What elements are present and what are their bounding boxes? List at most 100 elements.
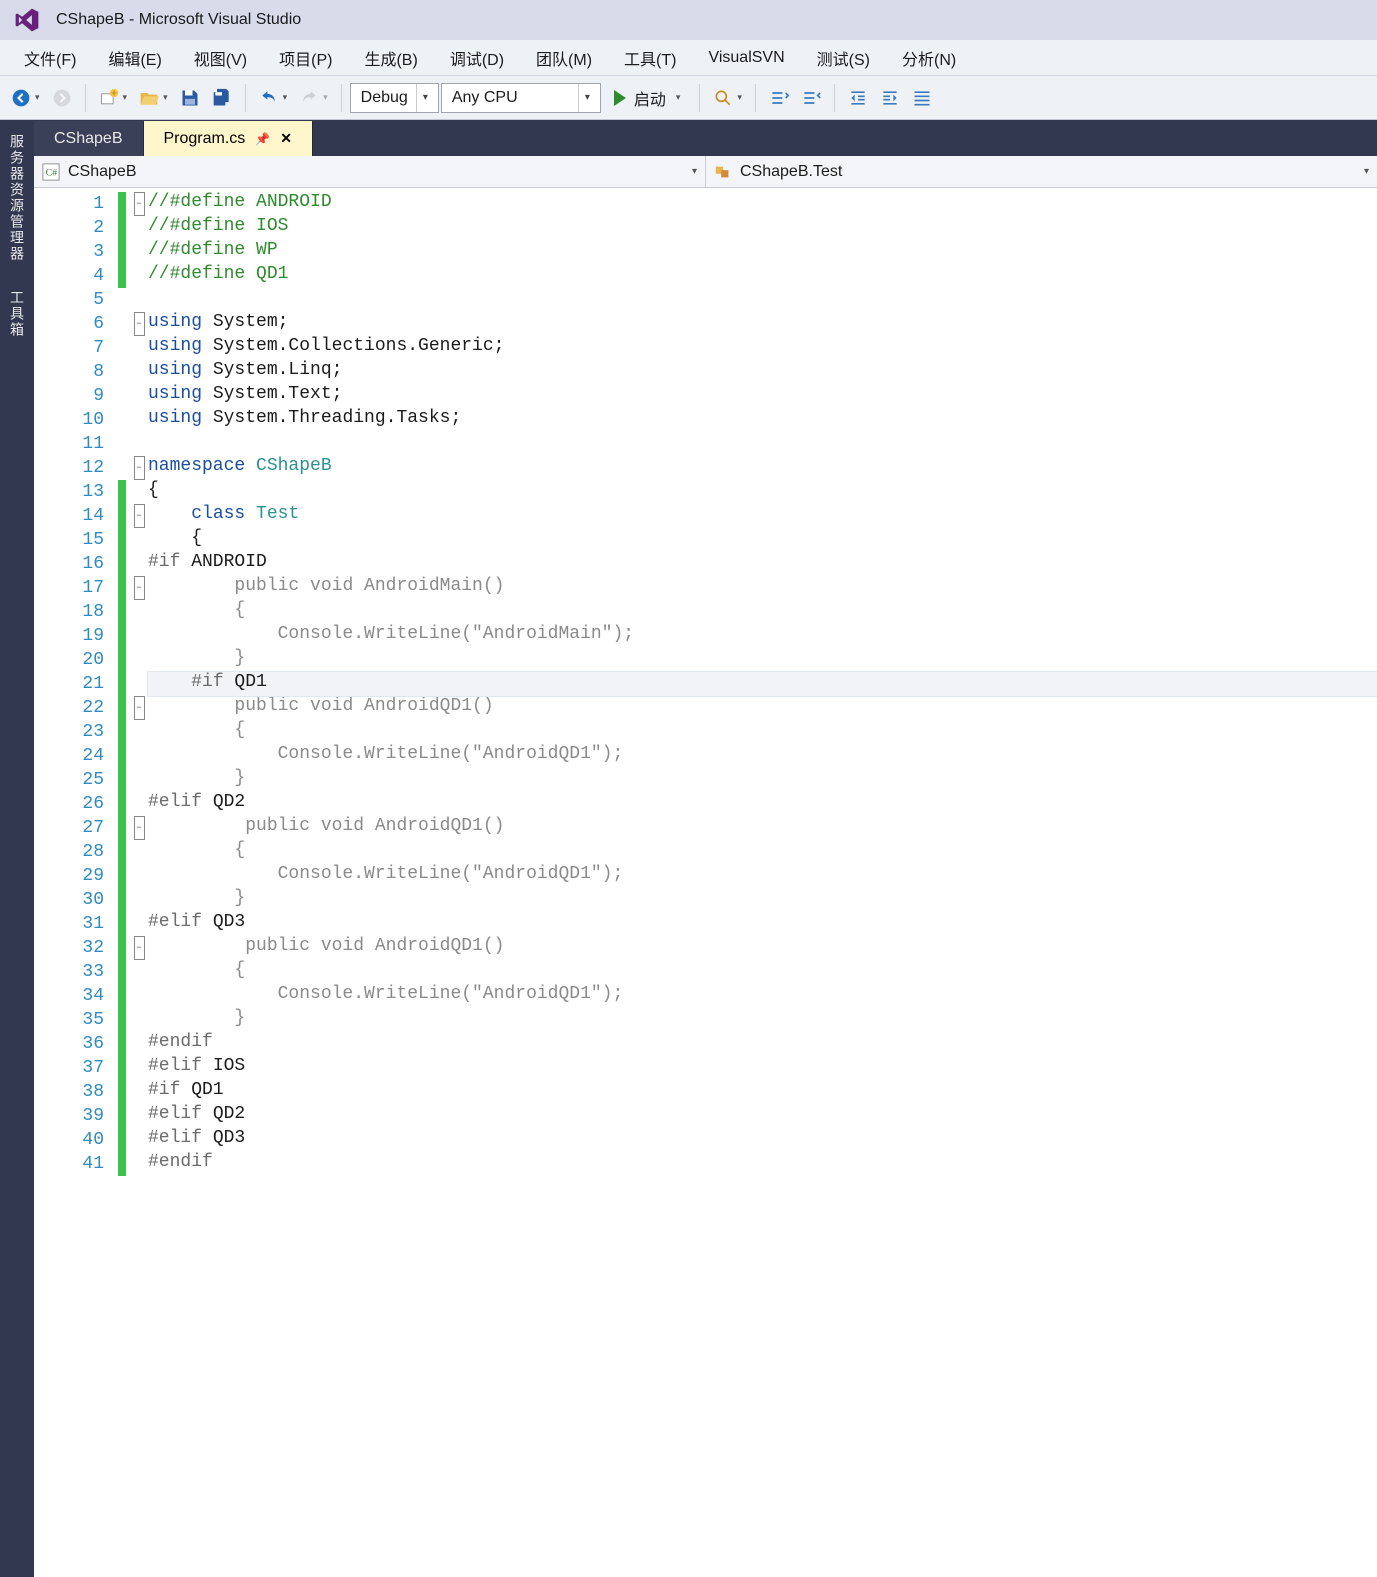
code-line[interactable]: #endif bbox=[148, 1032, 1377, 1056]
code-line[interactable]: public void AndroidQD1() bbox=[148, 696, 1377, 720]
code-line[interactable]: Console.WriteLine("AndroidQD1"); bbox=[148, 744, 1377, 768]
start-debug-button[interactable]: 启动 ▾ bbox=[603, 82, 692, 114]
code-line[interactable]: { bbox=[148, 600, 1377, 624]
code-line[interactable]: #elif QD3 bbox=[148, 1128, 1377, 1152]
fold-column[interactable]: − − − − − − − − bbox=[130, 188, 148, 1577]
nav-scope-dropdown[interactable]: C# CShapeB ▾ bbox=[34, 156, 706, 187]
fold-toggle[interactable]: − bbox=[134, 504, 145, 528]
config-label: Debug bbox=[361, 89, 408, 107]
code-line[interactable]: //#define ANDROID bbox=[148, 192, 1377, 216]
window-title: CShapeB - Microsoft Visual Studio bbox=[56, 11, 301, 29]
code-line[interactable]: } bbox=[148, 888, 1377, 912]
code-line[interactable]: class Test bbox=[148, 504, 1377, 528]
undo-button[interactable]: ▾ bbox=[254, 82, 293, 114]
platform-dropdown[interactable]: Any CPU ▾ bbox=[441, 83, 601, 113]
indent-less-button[interactable] bbox=[843, 82, 873, 114]
code-line[interactable]: #elif QD2 bbox=[148, 1104, 1377, 1128]
code-line[interactable]: { bbox=[148, 840, 1377, 864]
fold-toggle[interactable]: − bbox=[134, 576, 145, 600]
platform-label: Any CPU bbox=[452, 89, 518, 107]
code-line[interactable]: public void AndroidQD1() bbox=[148, 936, 1377, 960]
nav-scope-label: CShapeB bbox=[68, 163, 137, 181]
fold-toggle[interactable]: − bbox=[134, 192, 145, 216]
document-tab-bar: CShapeB Program.cs 📌 ✕ bbox=[34, 120, 1377, 156]
play-icon bbox=[614, 90, 626, 106]
fold-toggle[interactable]: − bbox=[134, 816, 145, 840]
code-line[interactable]: public void AndroidMain() bbox=[148, 576, 1377, 600]
navigation-bar: C# CShapeB ▾ CShapeB.Test ▾ bbox=[34, 156, 1377, 188]
doc-tab-label: Program.cs bbox=[164, 130, 246, 148]
code-line[interactable]: #elif QD2 bbox=[148, 792, 1377, 816]
menu-item-9[interactable]: 测试(S) bbox=[801, 40, 886, 76]
code-line[interactable]: public void AndroidQD1() bbox=[148, 816, 1377, 840]
code-line[interactable]: { bbox=[148, 960, 1377, 984]
code-line[interactable]: using System; bbox=[148, 312, 1377, 336]
code-line[interactable]: //#define WP bbox=[148, 240, 1377, 264]
fold-toggle[interactable]: − bbox=[134, 456, 145, 480]
change-markers bbox=[118, 188, 130, 1577]
menu-item-5[interactable]: 调试(D) bbox=[434, 40, 520, 76]
code-line[interactable]: #elif IOS bbox=[148, 1056, 1377, 1080]
code-line[interactable]: //#define IOS bbox=[148, 216, 1377, 240]
close-icon[interactable]: ✕ bbox=[280, 130, 292, 147]
code-line[interactable]: { bbox=[148, 480, 1377, 504]
code-line[interactable]: using System.Threading.Tasks; bbox=[148, 408, 1377, 432]
start-label: 启动 bbox=[634, 86, 666, 110]
code-line[interactable]: using System.Text; bbox=[148, 384, 1377, 408]
menu-item-2[interactable]: 视图(V) bbox=[178, 40, 263, 76]
code-line[interactable]: using System.Collections.Generic; bbox=[148, 336, 1377, 360]
comment-button[interactable] bbox=[907, 82, 937, 114]
code-line[interactable]: #endif bbox=[148, 1152, 1377, 1176]
menu-item-6[interactable]: 团队(M) bbox=[520, 40, 608, 76]
side-tab-0[interactable]: 服务器资源管理器 bbox=[5, 126, 29, 270]
new-project-button[interactable]: ▾ bbox=[94, 82, 133, 114]
code-line[interactable]: Console.WriteLine("AndroidQD1"); bbox=[148, 984, 1377, 1008]
menu-item-7[interactable]: 工具(T) bbox=[608, 40, 692, 76]
code-line[interactable]: #if ANDROID bbox=[148, 552, 1377, 576]
toolbar: ▾ ▾ ▾ ▾ ▾ Debug ▾ Any CPU ▾ 启动 ▾ bbox=[0, 76, 1377, 120]
code-line[interactable]: #if QD1 bbox=[148, 1080, 1377, 1104]
code-line[interactable]: { bbox=[148, 528, 1377, 552]
code-line[interactable]: namespace CShapeB bbox=[148, 456, 1377, 480]
menu-item-3[interactable]: 项目(P) bbox=[263, 40, 348, 76]
fold-toggle[interactable]: − bbox=[134, 696, 145, 720]
code-line[interactable]: Console.WriteLine("AndroidMain"); bbox=[148, 624, 1377, 648]
open-file-button[interactable]: ▾ bbox=[134, 82, 173, 114]
fold-toggle[interactable]: − bbox=[134, 312, 145, 336]
menu-item-0[interactable]: 文件(F) bbox=[8, 40, 92, 76]
pin-icon[interactable]: 📌 bbox=[255, 132, 270, 146]
step-out-button[interactable] bbox=[764, 82, 794, 114]
code-line[interactable]: Console.WriteLine("AndroidQD1"); bbox=[148, 864, 1377, 888]
find-button[interactable]: ▾ bbox=[708, 82, 747, 114]
code-line[interactable]: #if QD1 bbox=[148, 672, 1377, 696]
code-line[interactable]: } bbox=[148, 648, 1377, 672]
save-button[interactable] bbox=[175, 82, 205, 114]
doc-tab-1[interactable]: Program.cs 📌 ✕ bbox=[144, 121, 313, 156]
code-line[interactable] bbox=[148, 288, 1377, 312]
code-line[interactable]: //#define QD1 bbox=[148, 264, 1377, 288]
code-line[interactable]: } bbox=[148, 768, 1377, 792]
code-line[interactable]: using System.Linq; bbox=[148, 360, 1377, 384]
menu-item-1[interactable]: 编辑(E) bbox=[92, 40, 177, 76]
menu-item-8[interactable]: VisualSVN bbox=[692, 43, 800, 73]
code-line[interactable]: } bbox=[148, 1008, 1377, 1032]
code-line[interactable]: { bbox=[148, 720, 1377, 744]
nav-back-button[interactable]: ▾ bbox=[6, 82, 45, 114]
menu-item-4[interactable]: 生成(B) bbox=[348, 40, 433, 76]
code-line[interactable] bbox=[148, 432, 1377, 456]
code-editor[interactable]: 1234567891011121314151617181920212223242… bbox=[34, 188, 1377, 1577]
fold-toggle[interactable]: − bbox=[134, 936, 145, 960]
step-in-button[interactable] bbox=[796, 82, 826, 114]
side-tab-1[interactable]: 工具箱 bbox=[5, 282, 29, 346]
menu-item-10[interactable]: 分析(N) bbox=[886, 40, 972, 76]
config-dropdown[interactable]: Debug ▾ bbox=[350, 83, 439, 113]
code-lines[interactable]: //#define ANDROID//#define IOS//#define … bbox=[148, 188, 1377, 1577]
code-line[interactable]: #elif QD3 bbox=[148, 912, 1377, 936]
svg-text:C#: C# bbox=[46, 167, 58, 178]
save-all-button[interactable] bbox=[207, 82, 237, 114]
title-bar: CShapeB - Microsoft Visual Studio bbox=[0, 0, 1377, 40]
nav-class-dropdown[interactable]: CShapeB.Test ▾ bbox=[706, 156, 1377, 187]
indent-more-button[interactable] bbox=[875, 82, 905, 114]
doc-tab-0[interactable]: CShapeB bbox=[34, 121, 144, 156]
nav-forward-button bbox=[47, 82, 77, 114]
